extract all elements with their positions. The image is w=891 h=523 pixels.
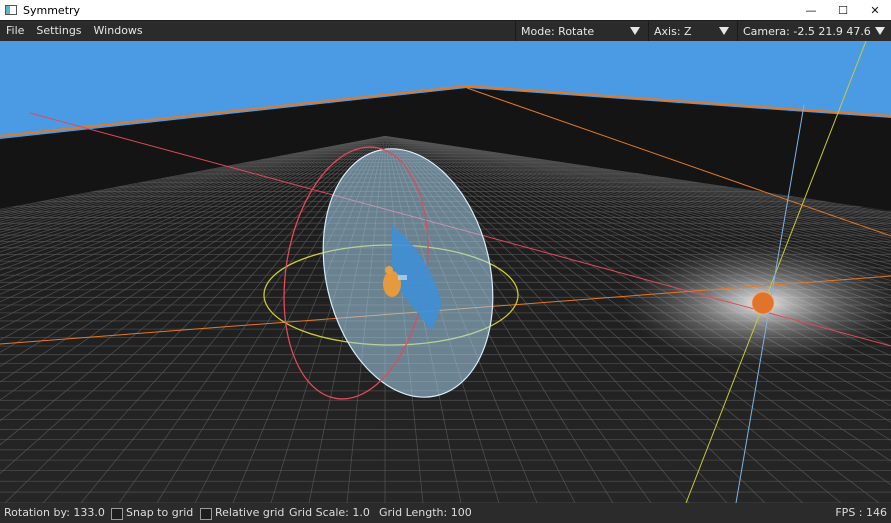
chevron-down-icon	[719, 27, 729, 35]
scene-canvas[interactable]	[0, 41, 891, 503]
3d-viewport[interactable]	[0, 41, 891, 503]
grid-scale-readout[interactable]: Grid Scale: 1.0	[289, 503, 370, 523]
window-controls: — ☐ ✕	[795, 0, 891, 20]
menu-windows[interactable]: Windows	[88, 21, 149, 41]
snap-to-grid-label: Snap to grid	[126, 506, 194, 519]
camera-dropdown-label: Camera: -2.5 21.9 47.6	[743, 24, 871, 38]
title-bar: Symmetry — ☐ ✕	[0, 0, 891, 20]
grid-length-readout[interactable]: Grid Length: 100	[379, 503, 472, 523]
close-button[interactable]: ✕	[859, 0, 891, 20]
maximize-button[interactable]: ☐	[827, 0, 859, 20]
chevron-down-icon	[630, 27, 640, 35]
status-bar: Rotation by: 133.0 Snap to grid Relative…	[0, 503, 891, 523]
rotation-readout: Rotation by: 133.0	[4, 506, 105, 519]
menu-file[interactable]: File	[0, 21, 30, 41]
mode-dropdown[interactable]: Mode: Rotate	[515, 21, 646, 41]
relative-grid-label: Relative grid	[215, 506, 285, 519]
axis-dropdown-label: Axis: Z	[654, 24, 692, 38]
menu-bar: File Settings Windows Mode: Rotate Axis:…	[0, 21, 891, 41]
relative-grid-checkbox[interactable]	[200, 508, 212, 520]
camera-dropdown[interactable]: Camera: -2.5 21.9 47.6	[737, 21, 891, 41]
mode-dropdown-label: Mode: Rotate	[521, 24, 595, 38]
axis-dropdown[interactable]: Axis: Z	[648, 21, 735, 41]
snap-to-grid-checkbox[interactable]	[111, 508, 123, 520]
window-title: Symmetry	[23, 3, 81, 17]
fps-readout: FPS : 146	[835, 506, 887, 519]
app-icon	[5, 5, 17, 15]
chevron-down-icon	[875, 27, 885, 35]
minimize-button[interactable]: —	[795, 0, 827, 20]
menu-settings[interactable]: Settings	[30, 21, 87, 41]
